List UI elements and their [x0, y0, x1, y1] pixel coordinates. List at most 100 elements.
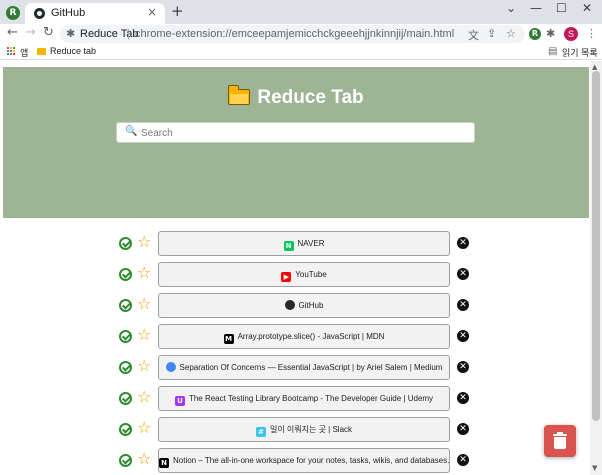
trash-icon [553, 432, 567, 436]
address-separator: | [127, 28, 130, 40]
check-circle-icon[interactable] [119, 330, 132, 343]
chrome-icon [165, 362, 176, 372]
window-close-button[interactable]: ✕ [582, 1, 592, 15]
github-tab-icon [34, 8, 45, 19]
tab-list: ☆ N NAVER ✕ ☆ ▶ YouTube ✕ ☆ GitHub ✕ ☆ M Array.protot… [0, 231, 590, 475]
apps-label[interactable]: 앱 [20, 46, 28, 59]
scroll-up-arrow[interactable]: ▲ [592, 63, 597, 71]
tab-link-title: The React Testing Library Bootcamp - The… [188, 394, 434, 403]
search-icon: 🔍 [125, 126, 138, 137]
close-circle-icon[interactable]: ✕ [457, 423, 469, 435]
tab-row: ☆ ▶ YouTube ✕ [0, 262, 590, 293]
star-icon[interactable]: ☆ [137, 419, 151, 437]
scroll-thumb[interactable] [592, 71, 600, 421]
tab-row: ☆ U The React Testing Library Bootcamp - T… [0, 386, 590, 417]
mdn-icon: M [223, 334, 234, 344]
page-title-text: Reduce Tab [257, 87, 364, 108]
profile-avatar[interactable]: S [564, 27, 578, 41]
close-circle-icon[interactable]: ✕ [457, 361, 469, 373]
tab-link-title: Separation Of Concerns — Essential JavaS… [179, 363, 443, 372]
extensions-icon[interactable]: ✱ [546, 27, 555, 40]
tab-link-button[interactable]: U The React Testing Library Bootcamp - Th… [158, 386, 450, 411]
star-icon[interactable]: ☆ [137, 264, 151, 282]
naver-icon: N [283, 241, 294, 251]
tab-close-icon[interactable]: × [147, 5, 157, 19]
star-icon[interactable]: ☆ [137, 388, 151, 406]
hero-header: Reduce Tab 🔍 [3, 67, 589, 218]
bookmarks-bar: 앱 Reduce tab ▤ 읽기 목록 [0, 44, 602, 60]
tab-link-button[interactable]: ▶ YouTube [158, 262, 450, 287]
tab-link-button[interactable]: N NAVER [158, 231, 450, 256]
folder-icon [228, 85, 251, 105]
bookmark-reduce-tab[interactable]: Reduce tab [50, 46, 96, 56]
maximize-button[interactable]: ☐ [556, 1, 567, 15]
tab-row: ☆ Separation Of Concerns — Essential Java… [0, 355, 590, 386]
close-circle-icon[interactable]: ✕ [457, 268, 469, 280]
check-circle-icon[interactable] [119, 423, 132, 436]
address-bar[interactable]: ✱ Reduce Tab | chrome-extension://emceep… [60, 25, 525, 43]
tab-link-title: GitHub [298, 301, 324, 310]
search-box[interactable]: 🔍 [116, 122, 475, 143]
notion-icon: N [159, 458, 169, 468]
reading-list-icon[interactable]: ▤ [548, 46, 557, 57]
reduce-tab-extension-tab-icon[interactable]: R [6, 6, 20, 20]
close-circle-icon[interactable]: ✕ [457, 299, 469, 311]
tab-link-title: Notion – The all-in-one workspace for yo… [173, 456, 450, 465]
star-icon[interactable]: ☆ [137, 233, 151, 251]
check-circle-icon[interactable] [119, 299, 132, 312]
menu-dots-icon[interactable]: ⋮ [586, 27, 597, 40]
tab-link-button[interactable]: # 일이 이뤄지는 곳 | Slack [158, 417, 450, 442]
tab-search-icon[interactable]: ⌄ [506, 1, 516, 15]
scroll-down-arrow[interactable]: ▼ [592, 464, 597, 472]
check-circle-icon[interactable] [119, 392, 132, 405]
tab-link-button[interactable]: GitHub [158, 293, 450, 318]
share-icon[interactable]: ⇪ [487, 27, 496, 40]
reload-icon[interactable]: ↻ [43, 25, 54, 40]
star-icon[interactable]: ☆ [137, 357, 151, 375]
page-viewport: Reduce Tab 🔍 ☆NNAVER✕☆▶YouTube✕☆GitHub✕☆… [0, 61, 602, 475]
tab-link-title: NAVER [297, 239, 325, 248]
check-circle-icon[interactable] [119, 454, 132, 467]
tab-title: GitHub [51, 7, 86, 19]
star-icon[interactable]: ☆ [137, 326, 151, 344]
tab-row: ☆ GitHub ✕ [0, 293, 590, 324]
new-tab-button[interactable]: + [171, 2, 184, 20]
translate-icon[interactable]: 文 [468, 27, 479, 43]
minimize-button[interactable]: — [530, 1, 542, 15]
tab-link-title: 일이 이뤄지는 곳 | Slack [269, 425, 353, 434]
reduce-tab-extension-icon[interactable]: R [529, 28, 541, 40]
reading-list-label[interactable]: 읽기 목록 [562, 46, 598, 59]
tab-link-button[interactable]: Separation Of Concerns — Essential JavaS… [158, 355, 450, 380]
tab-link-button[interactable]: N Notion – The all-in-one workspace for y… [158, 448, 450, 473]
slack-icon: # [255, 427, 266, 437]
forward-arrow-icon[interactable]: → [25, 25, 36, 40]
tab-row: ☆ M Array.prototype.slice() - JavaScript |… [0, 324, 590, 355]
check-circle-icon[interactable] [119, 268, 132, 281]
close-circle-icon[interactable]: ✕ [457, 237, 469, 249]
youtube-icon: ▶ [281, 272, 292, 282]
star-icon[interactable]: ☆ [137, 450, 151, 468]
tab-link-button[interactable]: M Array.prototype.slice() - JavaScript | … [158, 324, 450, 349]
close-circle-icon[interactable]: ✕ [457, 392, 469, 404]
check-circle-icon[interactable] [119, 237, 132, 250]
page-title: Reduce Tab [3, 85, 589, 109]
tab-row: ☆ # 일이 이뤄지는 곳 | Slack ✕ [0, 417, 590, 448]
back-arrow-icon[interactable]: ← [7, 25, 18, 40]
tab-link-title: YouTube [295, 270, 327, 279]
tab-row: ☆ N NAVER ✕ [0, 231, 590, 262]
folder-icon [37, 48, 46, 55]
tab-row: ☆ N Notion – The all-in-one workspace for … [0, 448, 590, 475]
address-url[interactable]: chrome-extension://emceepamjemicchckgeee… [135, 28, 454, 40]
delete-all-button[interactable] [544, 425, 576, 457]
page-scrollbar[interactable]: ▲ ▼ [590, 61, 602, 475]
browser-toolbar: ← → ↻ ✱ Reduce Tab | chrome-extension://… [0, 24, 602, 44]
tab-github[interactable]: GitHub × [25, 3, 165, 24]
close-circle-icon[interactable]: ✕ [457, 330, 469, 342]
close-circle-icon[interactable]: ✕ [457, 454, 469, 466]
apps-grid-icon[interactable] [7, 47, 16, 56]
star-icon[interactable]: ☆ [137, 295, 151, 313]
bookmark-star-icon[interactable]: ☆ [506, 27, 516, 40]
trash-body [554, 437, 566, 449]
search-input[interactable] [141, 124, 471, 142]
check-circle-icon[interactable] [119, 361, 132, 374]
